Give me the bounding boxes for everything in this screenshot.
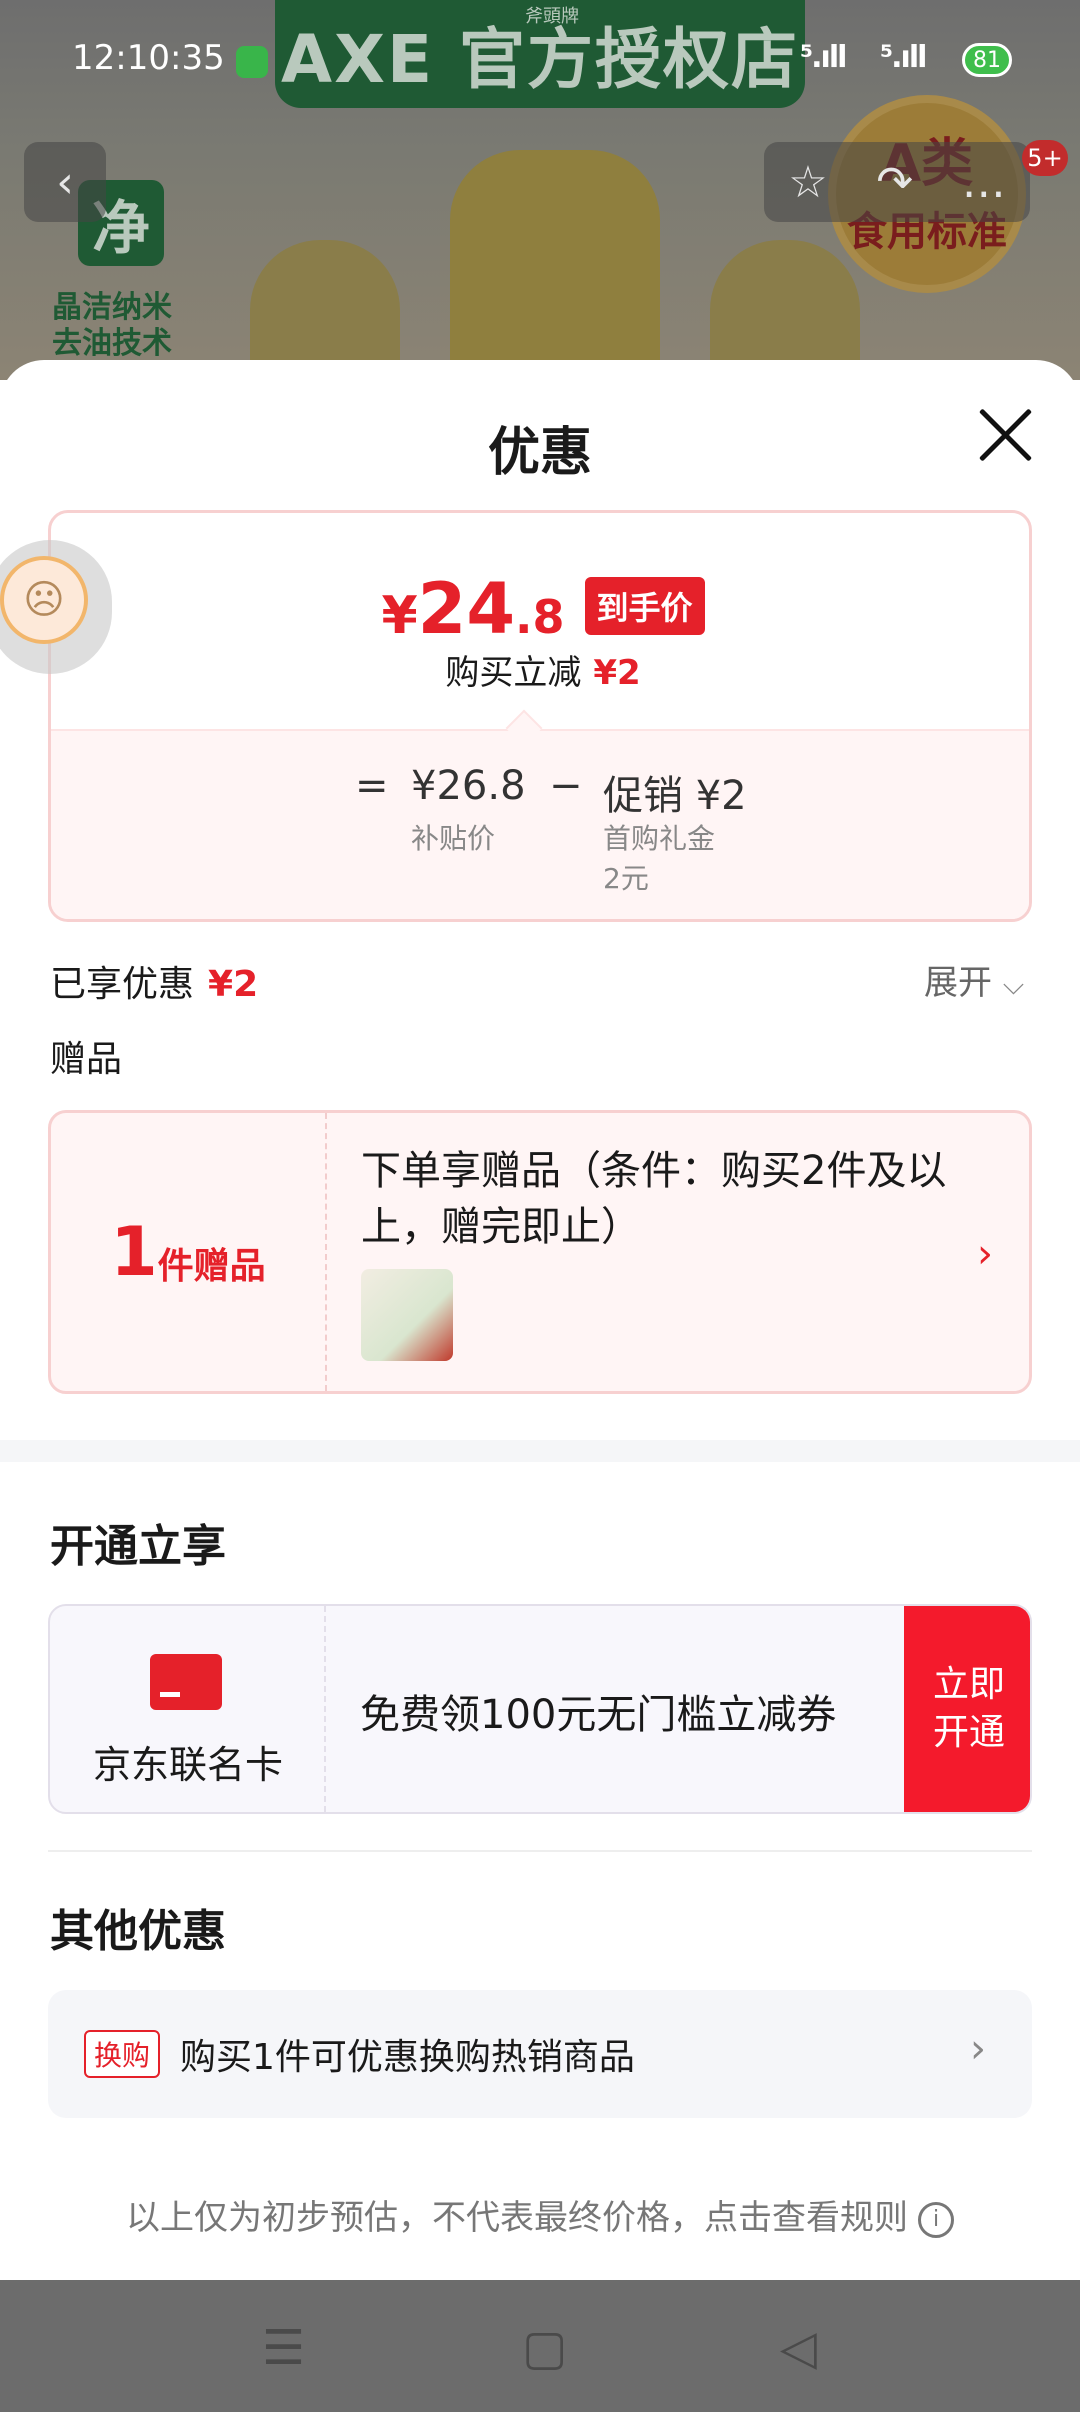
signal-icon: ⁵.ıll [800,40,847,75]
bottle-image [450,150,660,380]
rules-note[interactable]: 以上仅为初步预估，不代表最终价格，点击查看规则 i [0,2190,1080,2239]
notification-badge: 5+ [1022,140,1068,176]
subsidy-label: 补贴价 [411,822,496,855]
open-now-button[interactable]: 立即开通 [904,1606,1030,1812]
info-icon: i [918,2201,954,2238]
chevron-down-icon: ⌵ [1002,968,1025,1001]
price-breakdown [51,729,1029,919]
open-enjoy-heading: 开通立享 [50,1521,226,1572]
equals-sign: = [355,763,389,809]
gift-section-label: 赠品 [50,1039,123,1080]
price-decimal: .8 [515,590,565,644]
jd-card-info: 京东联名卡 [50,1606,326,1812]
signal-icon: ⁵.ıll [880,40,927,75]
jd-card-offer[interactable]: 京东联名卡 免费领100元无门槛立减券 立即开通 [48,1604,1032,1814]
promo-detail-2: 2元 [603,862,649,895]
nav-actions: ☆ ↷ … [764,142,1030,222]
gift-count-label: 件赠品 [157,1246,266,1287]
expand-button[interactable]: 展开 ⌵ [924,955,1024,1004]
gift-card[interactable]: 1 件赠品 下单享赠品（条件：购买2件及以上，赠完即止） › [48,1110,1032,1394]
menu-icon[interactable]: ☰ [262,2320,305,2376]
rules-note-text: 以上仅为初步预估，不代表最终价格，点击查看规则 [126,2198,908,2238]
share-icon[interactable]: ↷ [876,157,913,208]
other-discounts-heading: 其他优惠 [50,1906,226,1957]
final-price: ¥24.8 到手价 [51,568,1029,650]
trade-in-text: 购买1件可优惠换购热销商品 [180,2037,635,2078]
trade-in-offer[interactable]: 换购 购买1件可优惠换购热销商品 › [48,1990,1032,2118]
expand-label: 展开 [924,963,992,1003]
enjoyed-discount: 已享优惠 ¥2 [50,955,258,1007]
back-triangle-icon[interactable]: ◁ [780,2320,817,2376]
star-icon[interactable]: ☆ [788,157,827,208]
gift-count: 1 件赠品 [51,1113,327,1391]
minus-sign: − [549,763,583,809]
sheet-title: 优惠 [487,423,592,483]
nano-tech-label: 晶洁纳米 去油技术 [52,290,172,362]
enjoyed-label: 已享优惠 [50,964,195,1005]
home-icon[interactable]: ▢ [522,2320,567,2376]
final-price-tag: 到手价 [584,577,705,635]
gift-thumbnail [361,1269,453,1361]
clock: 12:10:35 [72,38,225,78]
chevron-right-icon: › [977,1231,993,1277]
bottle-image [250,240,400,380]
sad-face-icon: ☹ [0,556,88,644]
message-icon [236,46,268,78]
more-icon[interactable]: … [962,157,1006,208]
separator-line [48,1850,1032,1852]
nano-line-1: 晶洁纳米 [52,290,172,325]
discount-sheet: 优惠 ¥24.8 到手价 购买立减 ¥2 = ¥26.8 补贴价 − 促销 ¥2 首… [0,360,1080,2280]
bottle-image [710,240,860,380]
system-nav-bar: ☰ ▢ ◁ [0,2280,1080,2412]
currency-symbol: ¥ [381,586,418,646]
section-divider [0,1440,1080,1462]
chevron-right-icon: › [970,2026,986,2072]
trade-in-tag: 换购 [84,2030,161,2078]
battery-icon: 81 [962,43,1012,77]
price-integer: 24 [417,568,516,650]
close-icon[interactable] [970,400,1040,470]
status-bar: 12:10:35 ⁵.ıll ⁵.ıll 81 [0,0,1080,120]
back-button[interactable]: ‹ [24,142,106,222]
jd-card-name: 京东联名卡 [92,1743,283,1787]
floating-assistant[interactable]: ☹ [0,540,112,674]
gift-count-number: 1 [110,1212,158,1292]
nano-line-2: 去油技术 [52,326,172,361]
credit-card-icon [150,1654,222,1710]
instant-discount-label: 购买立减 [445,653,582,693]
instant-discount: 购买立减 ¥2 [51,645,1029,694]
instant-discount-value: ¥2 [593,653,641,693]
promo-detail-1: 首购礼金 [603,822,716,855]
jd-card-offer-text: 免费领100元无门槛立减券 [360,1692,837,1738]
price-card: ¥24.8 到手价 购买立减 ¥2 = ¥26.8 补贴价 − 促销 ¥2 首购礼金… [48,510,1032,922]
promo-amount: 促销 ¥2 [603,773,747,819]
gift-description: 下单享赠品（条件：购买2件及以上，赠完即止） [361,1148,947,1250]
enjoyed-value: ¥2 [208,964,259,1005]
subsidy-price: ¥26.8 [411,763,526,809]
